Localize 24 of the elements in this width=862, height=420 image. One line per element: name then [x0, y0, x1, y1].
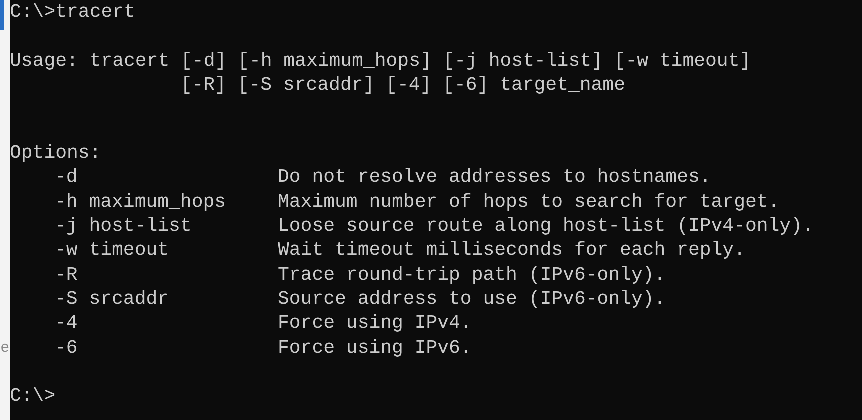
option-name: -j host-list [55, 214, 192, 238]
option-description: Source address to use (IPv6-only). [278, 286, 666, 312]
option-name: -4 [55, 311, 78, 336]
option-description: Do not resolve addresses to hostnames. [278, 165, 712, 190]
option-description: Trace round-trip path (IPv6-only). [278, 262, 666, 287]
option-description: Force using IPv6. [278, 336, 472, 360]
option-description: Force using IPv4. [278, 311, 472, 336]
options-heading: Options: [10, 141, 102, 166]
usage-label: Usage: [10, 48, 78, 73]
option-name: -6 [55, 336, 78, 360]
command-line: C:\>tracert [10, 0, 136, 24]
command-prompt: C:\> [10, 384, 56, 408]
option-description: Wait timeout milliseconds for each reply. [278, 238, 746, 263]
option-name: -w timeout [55, 238, 170, 263]
option-name: -d [55, 165, 78, 190]
option-description: Loose source route along host-list (IPv4-only). [278, 214, 814, 238]
usage-text: tracert [-d] [-h maximum_hops] [-j host-list] [-w timeout] [90, 48, 752, 73]
option-description: Maximum number of hops to search for target. [278, 190, 780, 214]
text-fragment: e [1, 338, 10, 358]
window-accent [0, 0, 4, 30]
option-name: -R [55, 262, 78, 287]
usage-text: [-R] [-S srcaddr] [-4] [-6] target_name [180, 72, 626, 98]
option-name: -h maximum_hops [55, 190, 226, 214]
option-name: -S srcaddr [55, 286, 170, 312]
